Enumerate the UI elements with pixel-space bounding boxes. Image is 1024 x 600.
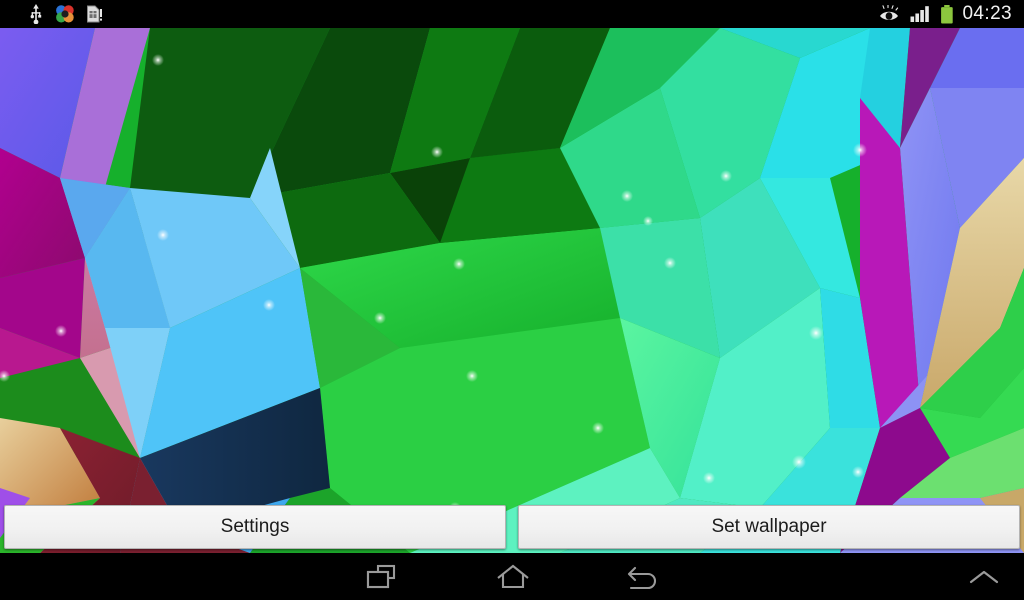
wallpaper-action-button-bar: Settings Set wallpaper bbox=[0, 505, 1024, 551]
recent-apps-icon bbox=[366, 564, 396, 588]
set-wallpaper-button[interactable]: Set wallpaper bbox=[518, 505, 1020, 549]
home-button[interactable] bbox=[448, 553, 578, 600]
button-gap bbox=[506, 505, 518, 551]
status-bar-notification-icons bbox=[10, 4, 103, 24]
signal-bars-icon bbox=[910, 6, 930, 22]
battery-icon bbox=[941, 4, 954, 23]
status-bar: 04:23 bbox=[0, 0, 1024, 28]
hide-navbar-chevron-up-icon bbox=[969, 570, 999, 583]
google-photos-icon bbox=[56, 5, 74, 23]
back-icon bbox=[627, 566, 657, 589]
back-button[interactable] bbox=[578, 553, 708, 600]
recent-apps-button[interactable] bbox=[316, 553, 446, 600]
smart-stay-eye-icon bbox=[880, 5, 899, 20]
status-bar-system-icons: 04:23 bbox=[878, 0, 1014, 28]
wallpaper-preview-surface[interactable] bbox=[0, 28, 1024, 553]
hide-navbar-button[interactable] bbox=[944, 553, 1024, 600]
system-navigation-bar bbox=[0, 553, 1024, 600]
settings-button[interactable]: Settings bbox=[4, 505, 506, 549]
android-wallpaper-preview-screen: 04:23 Settings Set wallpaper bbox=[0, 0, 1024, 600]
usb-icon bbox=[30, 4, 42, 24]
low-poly-wallpaper-image bbox=[0, 28, 1024, 553]
home-icon bbox=[497, 564, 529, 588]
sim-card-warning-icon bbox=[87, 5, 102, 23]
status-bar-clock: 04:23 bbox=[962, 3, 1012, 24]
